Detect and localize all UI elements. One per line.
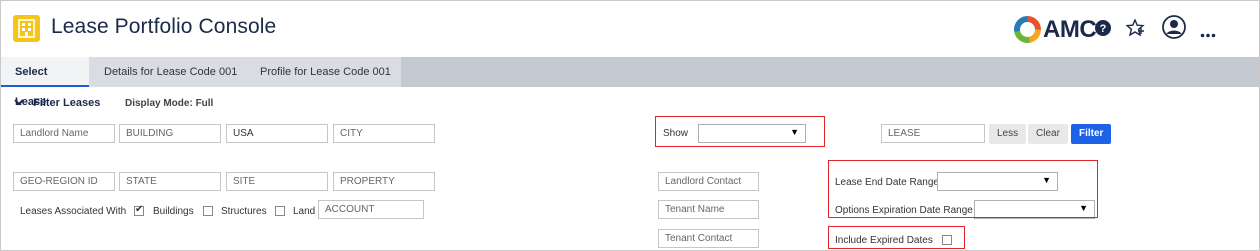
tenant-name-input[interactable]: Tenant Name: [658, 200, 759, 219]
filter-title: Filter Leases: [33, 97, 101, 109]
property-input[interactable]: PROPERTY: [333, 172, 435, 191]
brand-name: AMC: [1043, 16, 1097, 43]
lease-input[interactable]: LEASE: [881, 124, 985, 143]
tenant-contact-input[interactable]: Tenant Contact: [658, 229, 759, 248]
geo-region-input[interactable]: GEO-REGION ID: [13, 172, 115, 191]
land-checkbox[interactable]: [275, 206, 285, 216]
less-button[interactable]: Less: [989, 124, 1027, 144]
landlord-contact-input[interactable]: Landlord Contact: [658, 172, 759, 191]
land-label: Land: [293, 206, 316, 217]
structures-label: Structures: [221, 206, 267, 217]
associated-label: Leases Associated With: [20, 206, 127, 217]
buildings-checkbox[interactable]: [134, 204, 144, 216]
landlord-name-input[interactable]: Landlord Name: [13, 124, 115, 143]
site-input[interactable]: SITE: [226, 172, 328, 191]
highlight-include-expired: [828, 226, 965, 249]
tab-bar: Select Lease Details for Lease Code 001 …: [1, 57, 1259, 108]
filter-button[interactable]: Filter: [1071, 124, 1112, 144]
svg-text:?: ?: [1100, 23, 1107, 35]
account-input[interactable]: ACCOUNT: [318, 200, 424, 219]
filter-toggle[interactable]: Filter Leases: [14, 97, 100, 109]
structures-checkbox[interactable]: [203, 206, 213, 216]
more-icon[interactable]: [1200, 25, 1216, 43]
display-mode[interactable]: Display Mode: Full: [125, 98, 213, 109]
user-avatar-icon[interactable]: [1162, 15, 1186, 44]
state-input[interactable]: STATE: [119, 172, 221, 191]
country-input[interactable]: USA: [226, 124, 328, 143]
buildings-label: Buildings: [153, 206, 194, 217]
highlight-date-ranges: [828, 160, 1098, 218]
tab-profile[interactable]: Profile for Lease Code 001: [246, 57, 405, 87]
tab-bar-filler: [401, 57, 1259, 87]
building-icon: [13, 15, 40, 42]
brand-ring-icon: [1014, 16, 1041, 43]
app-header: Lease Portfolio Console AMC ?: [1, 1, 1259, 55]
city-input[interactable]: CITY: [333, 124, 435, 143]
favorite-star-icon[interactable]: [1125, 18, 1146, 42]
help-icon[interactable]: ?: [1094, 19, 1112, 42]
tab-select-lease[interactable]: Select Lease: [1, 57, 89, 108]
clear-button[interactable]: Clear: [1028, 124, 1068, 144]
building-input[interactable]: BUILDING: [119, 124, 221, 143]
highlight-show: [655, 116, 825, 147]
page-title: Lease Portfolio Console: [51, 15, 277, 38]
chevron-down-icon: [14, 97, 26, 109]
tab-details[interactable]: Details for Lease Code 001: [90, 57, 251, 87]
